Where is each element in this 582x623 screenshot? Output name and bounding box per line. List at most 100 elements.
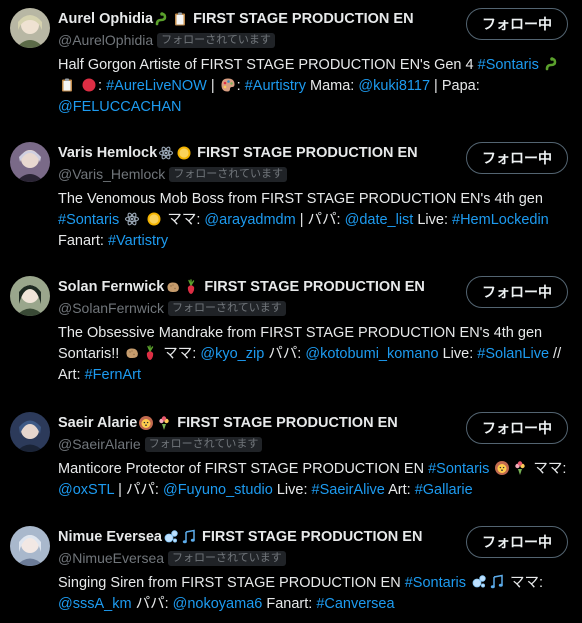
following-button[interactable]: フォロー中	[466, 526, 568, 558]
notes-icon	[489, 574, 505, 590]
user-name: Nimue Eversea	[58, 529, 162, 545]
display-name[interactable]: Nimue Eversea FIRST STAGE PRODUCTION EN	[58, 528, 422, 546]
user-bio: Half Gorgon Artiste of FIRST STAGE PRODU…	[58, 55, 568, 118]
bio-text	[489, 461, 493, 477]
mention-link[interactable]: @FELUCCACHAN	[58, 99, 181, 115]
display-name[interactable]: Aurel Ophidia FIRST STAGE PRODUCTION EN	[58, 10, 414, 28]
following-button[interactable]: フォロー中	[466, 8, 568, 40]
user-name: Saeir Alarie	[58, 415, 138, 431]
user-bio: The Venomous Mob Boss from FIRST STAGE P…	[58, 189, 568, 252]
atom-icon	[158, 145, 174, 161]
avatar[interactable]	[10, 412, 50, 452]
clipboard-icon	[172, 11, 188, 27]
hashtag-link[interactable]: #HemLockedin	[452, 212, 549, 228]
hashtag-link[interactable]: #Sontaris	[428, 461, 489, 477]
bouquet-icon	[156, 415, 172, 431]
user-cell[interactable]: Varis Hemlock FIRST STAGE PRODUCTION EN …	[0, 128, 582, 262]
potato-icon	[124, 345, 140, 361]
hashtag-link[interactable]: #SolanLive	[477, 346, 549, 362]
user-handle[interactable]: @NimueEversea	[58, 549, 164, 567]
mention-link[interactable]: @oxSTL	[58, 482, 114, 498]
bio-text: :	[98, 78, 107, 94]
bio-text: :	[236, 78, 245, 94]
following-button[interactable]: フォロー中	[466, 276, 568, 308]
user-bio: Singing Siren from FIRST STAGE PRODUCTIO…	[58, 573, 568, 615]
mention-link[interactable]: @kuki8117	[358, 78, 430, 94]
bio-text	[76, 78, 80, 94]
bio-text	[466, 575, 470, 591]
bio-text: Mama:	[305, 78, 359, 94]
hashtag-link[interactable]: #FernArt	[85, 367, 141, 383]
following-button[interactable]: フォロー中	[466, 412, 568, 444]
bio-text: パパ:	[131, 596, 173, 612]
mention-link[interactable]: @arayadmdm	[204, 212, 295, 228]
bouquet-icon	[512, 460, 528, 476]
hashtag-link[interactable]: #SaeirAlive	[312, 482, 385, 498]
mention-link[interactable]: @sssA_km	[58, 596, 132, 612]
user-handle[interactable]: @SolanFernwick	[58, 299, 164, 317]
bio-text	[539, 57, 543, 73]
follows-you-badge: フォローされています	[144, 436, 263, 452]
mention-link[interactable]: @kyo_zip	[200, 346, 264, 362]
bio-text: Live:	[438, 346, 478, 362]
palette-icon	[220, 77, 236, 93]
hashtag-link[interactable]: #Gallarie	[415, 482, 473, 498]
user-handle[interactable]: @SaeirAlarie	[58, 435, 141, 453]
hashtag-link[interactable]: #Aurtistry	[245, 78, 306, 94]
bubbles-icon	[471, 574, 487, 590]
bio-text: |	[206, 78, 219, 94]
hashtag-link[interactable]: #Sontaris	[405, 575, 466, 591]
potato-icon	[165, 279, 181, 295]
bio-text: ママ:	[163, 212, 205, 228]
user-name: Varis Hemlock	[58, 145, 158, 161]
bio-text	[119, 212, 123, 228]
mention-link[interactable]: @Fuyuno_studio	[163, 482, 273, 498]
user-cell[interactable]: Aurel Ophidia FIRST STAGE PRODUCTION EN …	[0, 0, 582, 128]
bio-text	[141, 212, 145, 228]
user-org: FIRST STAGE PRODUCTION EN	[204, 279, 425, 295]
user-cell[interactable]: Saeir Alarie FIRST STAGE PRODUCTION EN @…	[0, 398, 582, 512]
display-name[interactable]: Varis Hemlock FIRST STAGE PRODUCTION EN	[58, 144, 418, 162]
snake-icon	[544, 56, 560, 72]
user-handle[interactable]: @AurelOphidia	[58, 31, 153, 49]
user-name: Aurel Ophidia	[58, 11, 154, 27]
avatar[interactable]	[10, 276, 50, 316]
display-name[interactable]: Solan Fernwick FIRST STAGE PRODUCTION EN	[58, 278, 425, 296]
bio-text: | パパ:	[114, 482, 163, 498]
bio-text: Manticore Protector of FIRST STAGE PRODU…	[58, 461, 429, 477]
bubbles-icon	[163, 529, 179, 545]
user-bio: Manticore Protector of FIRST STAGE PRODU…	[58, 459, 568, 501]
user-handle[interactable]: @Varis_Hemlock	[58, 165, 165, 183]
follows-you-badge: フォローされています	[157, 32, 275, 48]
coin-icon	[146, 211, 162, 227]
following-button[interactable]: フォロー中	[466, 142, 568, 174]
bio-text: Art:	[384, 482, 415, 498]
mention-link[interactable]: @nokoyama6	[173, 596, 263, 612]
bio-text: | パパ:	[295, 212, 345, 228]
bio-text: パパ:	[264, 346, 306, 362]
hashtag-link[interactable]: #Vartistry	[108, 233, 168, 249]
mention-link[interactable]: @date_list	[345, 212, 414, 228]
user-cell[interactable]: Solan Fernwick FIRST STAGE PRODUCTION EN…	[0, 262, 582, 398]
hashtag-link[interactable]: #Canversea	[316, 596, 394, 612]
hashtag-link[interactable]: #Sontaris	[58, 212, 119, 228]
hashtag-link[interactable]: #Sontaris	[478, 57, 539, 73]
mention-link[interactable]: @kotobumi_komano	[305, 346, 438, 362]
atom-icon	[124, 211, 140, 227]
lion-icon	[138, 415, 154, 431]
bio-text: Live:	[413, 212, 453, 228]
user-cell[interactable]: Nimue Eversea FIRST STAGE PRODUCTION EN …	[0, 512, 582, 623]
bio-text: ママ:	[529, 461, 567, 477]
bio-text: | Papa:	[430, 78, 480, 94]
user-org: FIRST STAGE PRODUCTION EN	[177, 415, 398, 431]
hashtag-link[interactable]: #AureLiveNOW	[106, 78, 207, 94]
avatar[interactable]	[10, 142, 50, 182]
user-org: FIRST STAGE PRODUCTION EN	[193, 11, 414, 27]
notes-icon	[181, 529, 197, 545]
follows-you-badge: フォローされています	[169, 166, 287, 182]
avatar[interactable]	[10, 8, 50, 48]
display-name[interactable]: Saeir Alarie FIRST STAGE PRODUCTION EN	[58, 414, 398, 432]
avatar[interactable]	[10, 526, 50, 566]
user-bio: The Obsessive Mandrake from FIRST STAGE …	[58, 323, 568, 386]
user-name: Solan Fernwick	[58, 279, 165, 295]
